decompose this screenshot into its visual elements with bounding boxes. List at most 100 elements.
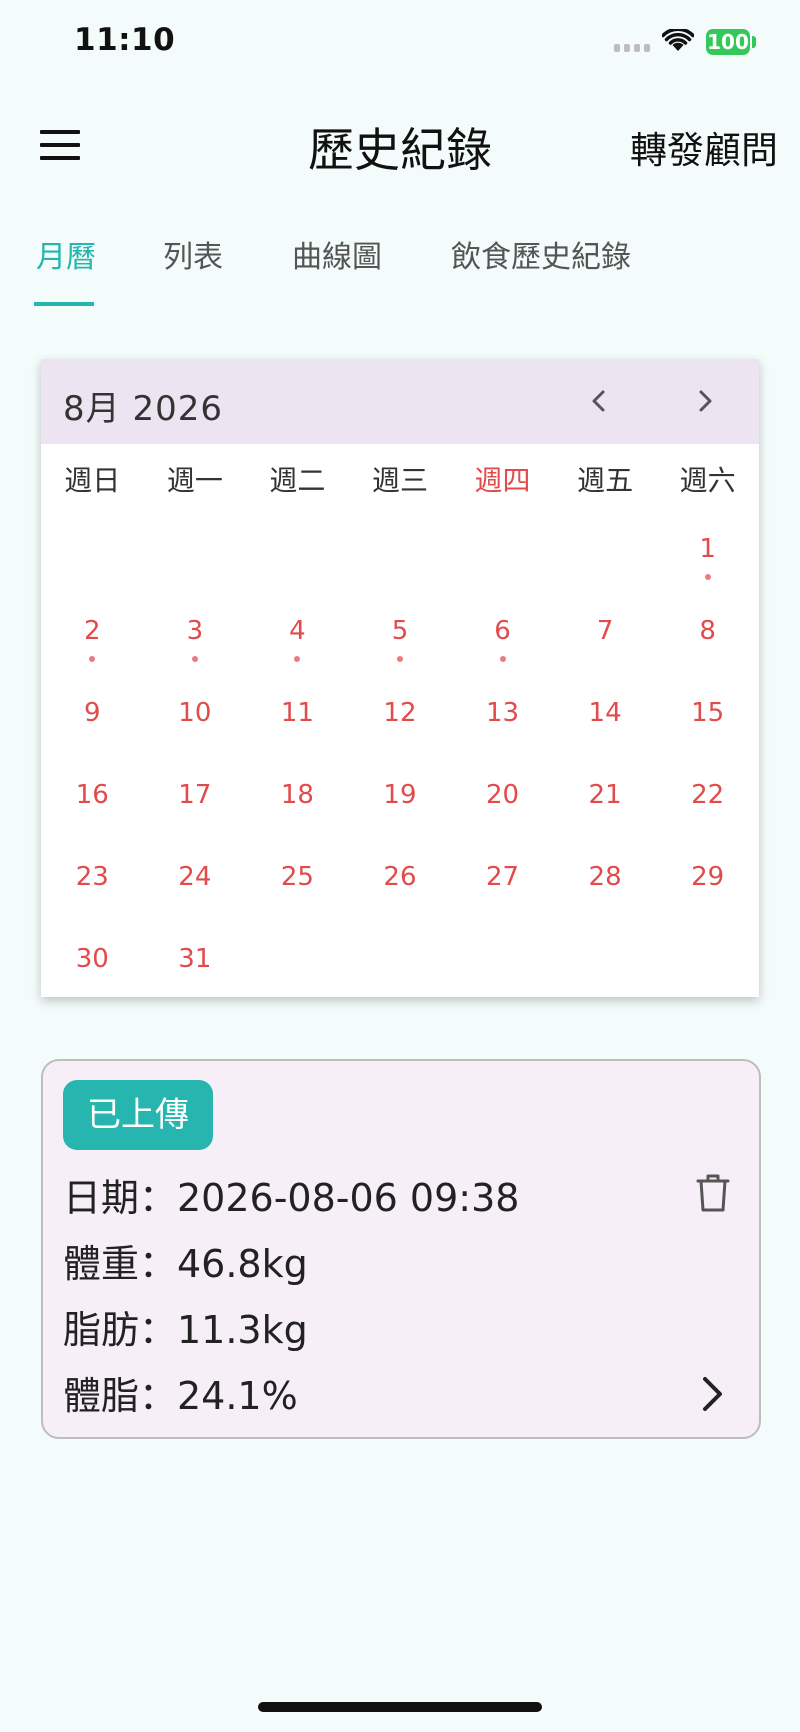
calendar-day[interactable]: 4 [246,596,349,678]
calendar-day-number: 11 [280,698,314,728]
calendar-day-number: 20 [485,780,520,810]
calendar-day[interactable]: 1 [656,514,759,596]
calendar-day-number: 30 [75,944,109,974]
calendar-day-number: 29 [691,862,725,892]
calendar-day[interactable]: 7 [554,596,657,678]
calendar-day[interactable]: 14 [554,678,657,760]
weekday-label: 週五 [577,464,634,497]
calendar-day-number: 1 [699,534,716,564]
weekday-label: 週日 [64,464,121,497]
battery-tip [752,36,756,48]
calendar-day-number: 4 [289,616,306,646]
chevron-right-icon[interactable] [699,1374,725,1414]
calendar-day[interactable]: 15 [656,678,759,760]
calendar-day[interactable]: 23 [41,842,144,924]
calendar: 8月 2026 週日 週一 週二 週三 週四 週五 週六 1 2 3 4 5 6 7 8 9 10 11 12 13… [41,359,759,997]
calendar-day-number: 25 [280,862,314,892]
calendar-day-number: 27 [485,862,520,892]
record-weight: 體重：46.8kg [63,1242,308,1286]
calendar-header: 8月 2026 [41,359,759,444]
calendar-day-number: 21 [588,780,622,810]
chevron-left-icon[interactable] [579,381,619,421]
calendar-day[interactable]: 18 [246,760,349,842]
home-indicator [258,1702,542,1712]
tab-diet-history[interactable]: 飲食歷史紀錄 [451,232,631,276]
record-card[interactable]: 已上傳 日期：2026-08-06 09:38 體重：46.8kg 脂肪：11.… [41,1059,761,1439]
calendar-day[interactable]: 5 [349,596,452,678]
calendar-week-row: 2 3 4 5 6 7 8 [41,596,759,678]
calendar-day-number: 23 [75,862,109,892]
calendar-day[interactable]: 3 [144,596,247,678]
calendar-day[interactable]: 29 [656,842,759,924]
chevron-right-icon[interactable] [685,381,725,421]
calendar-day[interactable]: 10 [144,678,247,760]
calendar-day[interactable]: 25 [246,842,349,924]
calendar-day-number: 18 [280,780,314,810]
record-dot-indicator [396,656,403,662]
calendar-day-number: 22 [691,780,725,810]
calendar-day-number: 12 [383,698,417,728]
calendar-month-label: 8月 2026 [63,389,223,429]
calendar-empty-cell [554,514,657,596]
calendar-day-number: 10 [178,698,212,728]
calendar-day[interactable]: 12 [349,678,452,760]
calendar-day-number: 24 [178,862,212,892]
calendar-empty-cell [451,514,554,596]
calendar-day[interactable]: 20 [451,760,554,842]
status-bar: 11:10 100 [0,0,800,90]
calendar-day[interactable]: 11 [246,678,349,760]
calendar-empty-cell [656,924,759,1006]
tab-indicator [34,302,94,306]
tab-chart[interactable]: 曲線圖 [292,232,382,276]
calendar-day[interactable]: 6 [451,596,554,678]
record-body-fat: 體脂：24.1% [63,1374,298,1418]
calendar-day[interactable]: 2 [41,596,144,678]
weekday-label: 週六 [679,464,736,497]
calendar-empty-cell [349,924,452,1006]
calendar-day-number: 26 [383,862,417,892]
calendar-day-number: 15 [691,698,725,728]
calendar-week-row: 23 24 25 26 27 28 29 [41,842,759,924]
calendar-empty-cell [246,514,349,596]
calendar-day[interactable]: 8 [656,596,759,678]
calendar-day[interactable]: 26 [349,842,452,924]
record-dot-indicator [89,656,96,662]
calendar-day[interactable]: 30 [41,924,144,1006]
calendar-empty-cell [554,924,657,1006]
calendar-day[interactable]: 31 [144,924,247,1006]
calendar-week-row: 16 17 18 19 20 21 22 [41,760,759,842]
calendar-day-number: 31 [178,944,212,974]
calendar-day[interactable]: 9 [41,678,144,760]
page-title: 歷史紀錄 [308,123,492,177]
calendar-day-number: 14 [588,698,622,728]
calendar-day-number: 8 [699,616,716,646]
weekday-label: 週四 [474,464,531,497]
record-dot-indicator [191,656,198,662]
tab-calendar[interactable]: 月曆 [36,232,96,276]
calendar-day[interactable]: 28 [554,842,657,924]
calendar-day-number: 9 [84,698,101,728]
calendar-day[interactable]: 19 [349,760,452,842]
calendar-day-number: 16 [75,780,109,810]
calendar-day[interactable]: 22 [656,760,759,842]
forward-consultant-button[interactable]: 轉發顧問 [630,120,778,174]
calendar-day-number: 28 [588,862,622,892]
weekday-header-row: 週日 週一 週二 週三 週四 週五 週六 [41,444,759,514]
record-date: 日期：2026-08-06 09:38 [63,1176,520,1220]
calendar-day[interactable]: 27 [451,842,554,924]
record-dot-indicator [499,656,506,662]
calendar-day[interactable]: 24 [144,842,247,924]
weekday-label: 週一 [166,464,223,497]
tab-list[interactable]: 列表 [163,232,223,276]
hamburger-menu-icon[interactable] [40,130,80,160]
calendar-day[interactable]: 16 [41,760,144,842]
trash-icon[interactable] [695,1173,731,1213]
calendar-day[interactable]: 17 [144,760,247,842]
calendar-day[interactable]: 21 [554,760,657,842]
calendar-day-number: 19 [383,780,417,810]
calendar-empty-cell [349,514,452,596]
calendar-day[interactable]: 13 [451,678,554,760]
record-dot-indicator [294,656,301,662]
wifi-icon [662,29,694,51]
calendar-empty-cell [144,514,247,596]
